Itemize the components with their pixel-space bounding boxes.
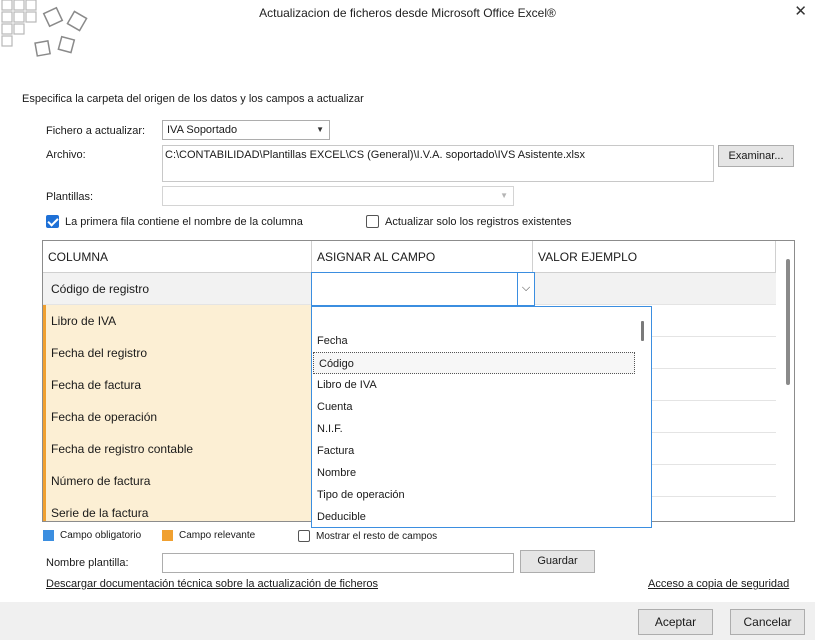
primera-fila-checkbox[interactable]: La primera fila contiene el nombre de la… (46, 215, 303, 228)
dropdown-option[interactable]: Libro de IVA (312, 374, 634, 396)
mostrar-resto-label: Mostrar el resto de campos (316, 530, 438, 542)
row-columna: Libro de IVA (43, 305, 312, 337)
close-icon[interactable]: ✕ (794, 2, 807, 20)
copia-seguridad-link[interactable]: Acceso a copia de seguridad (648, 578, 789, 590)
primera-fila-label: La primera fila contiene el nombre de la… (65, 215, 303, 228)
mostrar-resto-checkbox[interactable]: Mostrar el resto de campos (298, 530, 437, 542)
plantillas-label: Plantillas: (46, 191, 94, 203)
solo-existentes-checkbox[interactable]: Actualizar solo los registros existentes (366, 215, 571, 228)
window-title: Actualizacion de ficheros desde Microsof… (259, 6, 556, 20)
checkbox-checked-icon (46, 215, 59, 228)
legend-relevante-label: Campo relevante (179, 530, 256, 541)
checkbox-unchecked-icon (298, 530, 310, 542)
intro-text: Especifica la carpeta del origen de los … (22, 93, 364, 105)
header-valor[interactable]: VALOR EJEMPLO (533, 241, 776, 273)
row-columna: Código de registro (51, 282, 150, 296)
asignar-campo-select[interactable]: ⌵ (311, 272, 535, 306)
nombre-plantilla-input[interactable] (162, 553, 514, 573)
nombre-plantilla-label: Nombre plantilla: (46, 557, 129, 569)
row-valor (533, 273, 776, 305)
fichero-select-value: IVA Soportado (167, 124, 238, 136)
orange-square-icon (162, 530, 173, 541)
dropdown-option[interactable]: N.I.F. (312, 418, 634, 440)
row-columna: Número de factura (43, 465, 312, 497)
archivo-field[interactable]: C:\CONTABILIDAD\Plantillas EXCEL\CS (Gen… (162, 145, 714, 182)
checkbox-unchecked-icon (366, 215, 379, 228)
header-asignar[interactable]: ASIGNAR AL CAMPO (312, 241, 533, 273)
aceptar-button[interactable]: Aceptar (638, 609, 713, 635)
row-columna: Fecha de factura (43, 369, 312, 401)
cancelar-button[interactable]: Cancelar (730, 609, 805, 635)
grid-scrollbar[interactable] (786, 259, 790, 385)
legend-relevante: Campo relevante (162, 530, 255, 541)
row-columna: Fecha del registro (43, 337, 312, 369)
guardar-button[interactable]: Guardar (520, 550, 595, 573)
dropdown-option[interactable]: Deducible (312, 506, 634, 527)
row-columna: Fecha de registro contable (43, 433, 312, 465)
chevron-down-icon: ▼ (316, 125, 324, 134)
blue-square-icon (43, 530, 54, 541)
plantillas-select[interactable]: ▼ (162, 186, 514, 206)
row-columna: Fecha de operación (43, 401, 312, 433)
documentacion-link[interactable]: Descargar documentación técnica sobre la… (46, 578, 378, 590)
fichero-select[interactable]: IVA Soportado ▼ (162, 120, 330, 140)
dropdown-option[interactable]: Código (313, 352, 635, 374)
dropdown-option[interactable]: Cuenta (312, 396, 634, 418)
grid-header: COLUMNA ASIGNAR AL CAMPO VALOR EJEMPLO (43, 241, 776, 273)
solo-existentes-label: Actualizar solo los registros existentes (385, 215, 572, 228)
dropdown-option[interactable]: Nombre (312, 462, 634, 484)
fichero-label: Fichero a actualizar: (46, 125, 146, 137)
dropdown-option[interactable]: Tipo de operación (312, 484, 634, 506)
dropdown-option[interactable]: Factura (312, 440, 634, 462)
row-columna: Serie de la factura (43, 497, 312, 521)
dropdown-scrollbar[interactable] (641, 321, 644, 341)
campo-dropdown-list[interactable]: Fecha Código Libro de IVA Cuenta N.I.F. … (311, 306, 652, 528)
dropdown-option[interactable]: Fecha (312, 330, 634, 352)
chevron-down-icon: ▼ (500, 191, 508, 200)
examinar-button[interactable]: Examinar... (718, 145, 794, 167)
legend-obligatorio-label: Campo obligatorio (60, 530, 142, 541)
archivo-label: Archivo: (46, 149, 86, 161)
legend-obligatorio: Campo obligatorio (43, 530, 141, 541)
header-columna[interactable]: COLUMNA (43, 241, 312, 273)
chevron-down-icon[interactable]: ⌵ (517, 273, 534, 305)
